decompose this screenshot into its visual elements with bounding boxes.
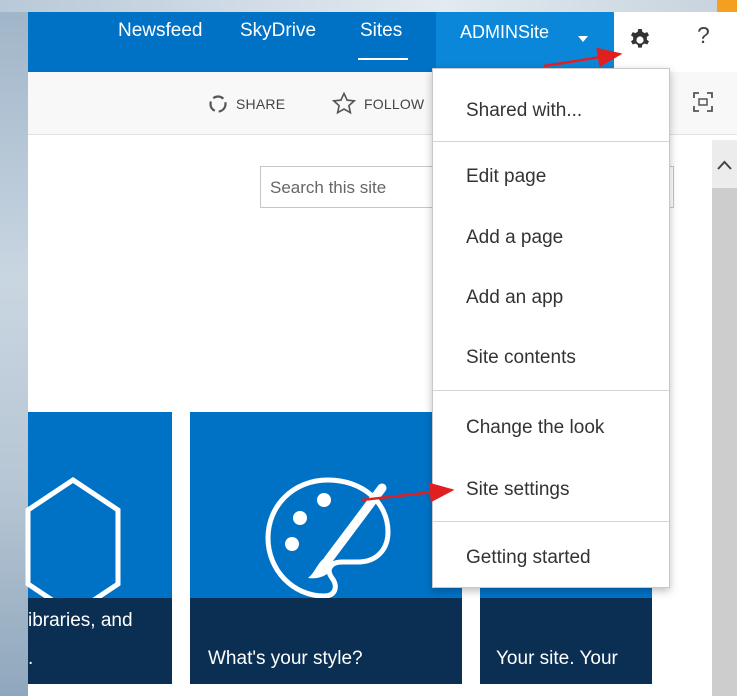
user-menu-label[interactable]: ADMINSite — [460, 22, 549, 43]
tile-caption — [190, 598, 462, 684]
nav-sites-active-indicator — [358, 58, 408, 60]
tile-caption-line1: ibraries, and — [28, 610, 133, 631]
nav-sites[interactable]: Sites — [360, 20, 402, 42]
nav-skydrive[interactable]: SkyDrive — [240, 20, 316, 42]
menu-item-add-a-page[interactable]: Add a page — [466, 227, 563, 249]
share-icon[interactable] — [207, 93, 229, 115]
focus-on-content-icon[interactable] — [692, 91, 714, 113]
menu-separator — [433, 141, 669, 142]
scroll-up-icon[interactable] — [712, 154, 737, 178]
menu-item-change-the-look[interactable]: Change the look — [466, 417, 604, 439]
tile-caption-line2: . — [28, 648, 34, 669]
menu-item-edit-page[interactable]: Edit page — [466, 166, 546, 188]
star-icon[interactable] — [332, 92, 356, 115]
menu-separator — [433, 521, 669, 522]
search-placeholder: Search this site — [270, 178, 387, 197]
tile-whats-your-style[interactable]: What's your style? — [190, 412, 462, 684]
settings-menu: Shared with... Edit page Add a page Add … — [432, 68, 670, 588]
share-button[interactable]: SHARE — [236, 96, 285, 112]
tile-caption-text: Your site. Your — [496, 648, 618, 669]
chevron-down-icon — [578, 36, 588, 42]
tile-libraries[interactable]: ibraries, and . — [25, 412, 172, 684]
tile-caption-text: What's your style? — [208, 648, 363, 669]
nav-newsfeed[interactable]: Newsfeed — [118, 20, 203, 42]
menu-item-site-contents[interactable]: Site contents — [466, 347, 576, 369]
help-icon[interactable]: ? — [697, 22, 710, 49]
palette-icon — [265, 477, 391, 599]
window-top-strip — [0, 0, 737, 12]
window-corner-accent — [717, 0, 737, 12]
tile-caption — [480, 598, 652, 684]
follow-button[interactable]: FOLLOW — [364, 96, 424, 112]
menu-item-shared-with[interactable]: Shared with... — [466, 100, 582, 122]
gear-icon[interactable] — [628, 28, 652, 52]
menu-item-site-settings[interactable]: Site settings — [466, 479, 570, 501]
menu-item-getting-started[interactable]: Getting started — [466, 547, 591, 569]
menu-separator — [433, 390, 669, 391]
scrollbar-thumb[interactable] — [712, 188, 737, 696]
menu-item-add-an-app[interactable]: Add an app — [466, 287, 563, 309]
